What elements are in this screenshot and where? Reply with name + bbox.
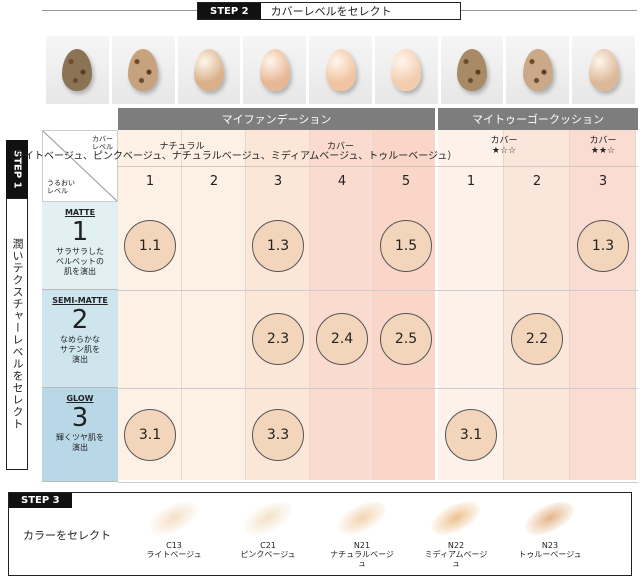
swatch-code: N23 xyxy=(541,541,559,550)
foundation-cover-number: 5 xyxy=(401,174,411,189)
egg-cell xyxy=(111,36,175,104)
swatch-smear xyxy=(332,494,392,542)
header-divider xyxy=(118,166,638,167)
egg-cell xyxy=(177,36,241,104)
shade-code-circle: 1.1 xyxy=(124,220,176,272)
texture-number: 1 xyxy=(71,217,89,247)
egg-cell xyxy=(506,36,570,104)
foundation-cover-number: 2 xyxy=(209,174,219,189)
egg-cell xyxy=(46,36,109,104)
swatch-name: ナチュラルベージュ xyxy=(330,550,394,568)
row-divider xyxy=(118,482,638,483)
swatch-smear xyxy=(238,494,298,542)
step3-tag: STEP 3 xyxy=(9,493,72,508)
color-swatch: C13 ライトベージュ xyxy=(139,494,209,559)
cushion-cover-number: 2 xyxy=(532,174,542,189)
step2-tag: STEP 2 xyxy=(198,3,261,19)
swatch-name: ライトベージュ xyxy=(146,550,202,559)
swatch-code: N21 xyxy=(353,541,371,550)
foundation-cover-number: 3 xyxy=(273,174,283,189)
step2-line-right xyxy=(461,10,637,11)
swatch-code: C13 xyxy=(166,541,182,550)
egg-image xyxy=(391,49,422,91)
shade-code-circle: 2.4 xyxy=(316,313,368,365)
step1-tag: STEP 1 xyxy=(6,140,28,198)
egg-cell xyxy=(572,36,636,104)
row-divider xyxy=(118,290,638,291)
corner-cover-label: カバー レベル xyxy=(92,135,113,151)
egg-cell xyxy=(309,36,372,104)
texture-tag: SEMI-MATTE xyxy=(52,296,108,305)
swatch-name: ミディアムベージュ xyxy=(424,550,488,568)
shade-code-circle: 1.5 xyxy=(380,220,432,272)
shade-code-circle: 1.3 xyxy=(252,220,304,272)
step2-header: STEP 2 カバーレベルをセレクト xyxy=(197,2,461,20)
egg-image xyxy=(193,49,224,91)
selection-table: マイファンデーション マイトゥーゴークッション 1 2 3 4 5 1 2 3 ナチュラル カバー… xyxy=(4,108,638,483)
foundation-header: マイファンデーション xyxy=(118,108,435,130)
swatch-code: C21 xyxy=(260,541,276,550)
color-swatch: N21 ナチュラルベージュ xyxy=(327,494,397,568)
swatch-name: ピンクベージュ xyxy=(240,550,296,559)
egg-image xyxy=(128,49,159,91)
swatch-smear xyxy=(144,494,204,542)
texture-tag: MATTE xyxy=(64,208,96,217)
texture-tag: GLOW xyxy=(66,394,94,403)
step1-title: 潤いテクスチャーレベルをセレクト xyxy=(6,198,28,470)
egg-image xyxy=(457,49,488,91)
shade-code-circle: 2.3 xyxy=(252,313,304,365)
egg-cell xyxy=(440,36,504,104)
step2-line-left xyxy=(42,10,197,11)
texture-row-label: SEMI-MATTE 2 なめらかな サテン肌を 演出 xyxy=(42,290,118,388)
swatch-smear xyxy=(520,494,580,542)
cushion-header: マイトゥーゴークッション xyxy=(438,108,638,130)
corner-moisture-label: うるおい レベル xyxy=(47,179,75,195)
egg-image xyxy=(588,49,619,91)
texture-desc: サラサラした ベルベットの 肌を演出 xyxy=(56,247,104,276)
swatch-smear xyxy=(426,494,486,542)
row-divider xyxy=(118,388,638,389)
texture-row-label: MATTE 1 サラサラした ベルベットの 肌を演出 xyxy=(42,202,118,290)
shade-code-circle: 3.3 xyxy=(252,409,304,461)
swatch-name: トゥルーベージュ xyxy=(518,550,582,559)
shade-list-text: （ライトベージュ、ピンクベージュ、ナチュラルベージュ、ミディアムベージュ、トゥル… xyxy=(4,151,458,162)
egg-image xyxy=(259,49,290,91)
color-swatch: N22 ミディアムベージュ xyxy=(421,494,491,568)
egg-image xyxy=(62,49,93,91)
cushion-cover-number: 1 xyxy=(466,174,476,189)
texture-row-label: GLOW 3 輝くツヤ肌を 演出 xyxy=(42,388,118,482)
corner-cell: カバー レベル うるおい レベル xyxy=(42,130,118,202)
egg-image xyxy=(522,49,553,91)
step3-title: カラーをセレクト xyxy=(23,529,111,542)
shade-code-circle: 2.2 xyxy=(511,313,563,365)
shade-code-circle: 3.1 xyxy=(445,409,497,461)
cushion-cover-number: 3 xyxy=(598,174,608,189)
swatch-code: N22 xyxy=(447,541,465,550)
shade-code-circle: 1.3 xyxy=(577,220,629,272)
color-swatch: C21 ピンクベージュ xyxy=(233,494,303,559)
texture-desc: 輝くツヤ肌を 演出 xyxy=(56,433,104,452)
texture-number: 2 xyxy=(71,305,89,335)
foundation-cover-number: 1 xyxy=(145,174,155,189)
color-swatch: N23 トゥルーベージュ xyxy=(515,494,585,559)
step2-title: カバーレベルをセレクト xyxy=(270,5,392,18)
texture-number: 3 xyxy=(71,403,89,433)
egg-image xyxy=(325,49,356,91)
shade-code-circle: 2.5 xyxy=(380,313,432,365)
egg-row xyxy=(46,36,638,104)
texture-desc: なめらかな サテン肌を 演出 xyxy=(60,335,100,364)
egg-cell xyxy=(374,36,438,104)
egg-cell xyxy=(243,36,307,104)
step3-panel: STEP 3 カラーをセレクト C13 ライトベージュ C21 ピンクベージュ N21 ナ… xyxy=(8,492,632,576)
foundation-cover-number: 4 xyxy=(337,174,347,189)
shade-code-circle: 3.1 xyxy=(124,409,176,461)
